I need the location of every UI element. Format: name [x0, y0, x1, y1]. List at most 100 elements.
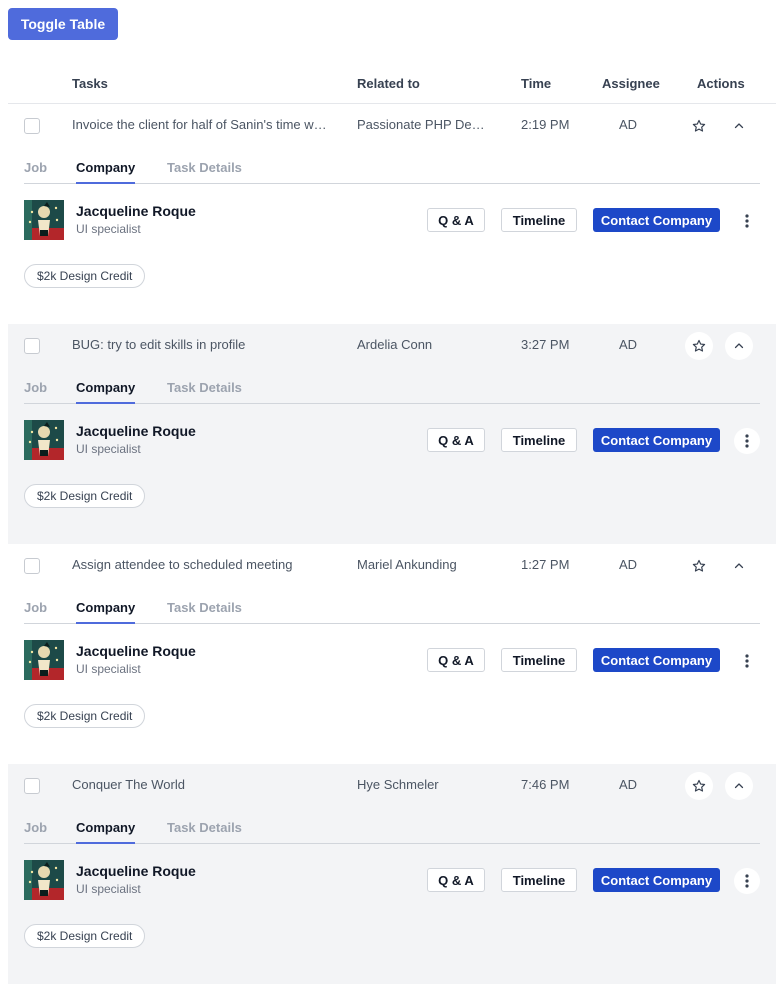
table-row[interactable]: BUG: try to edit skills in profile Ardel…: [8, 324, 776, 364]
table-header: Tasks Related to Time Assignee Actions: [8, 64, 776, 104]
header-time: Time: [521, 76, 552, 91]
more-vertical-icon: [745, 874, 749, 888]
qa-button[interactable]: Q & A: [427, 868, 485, 892]
table-row[interactable]: Assign attendee to scheduled meeting Mar…: [8, 544, 776, 584]
time-cell: 3:27 PM: [521, 337, 570, 352]
detail-tabs: Job Company Task Details: [24, 820, 760, 844]
tab-task-details[interactable]: Task Details: [167, 600, 242, 624]
more-vertical-icon: [745, 214, 749, 228]
avatar: [24, 420, 64, 460]
chevron-up-icon: [734, 783, 744, 789]
company-contact-name: Jacqueline Roque: [76, 863, 196, 879]
tab-job[interactable]: Job: [24, 820, 47, 844]
header-actions: Actions: [697, 76, 745, 91]
star-icon: [692, 779, 706, 792]
favorite-button[interactable]: [685, 552, 713, 580]
header-related-to: Related to: [357, 76, 420, 91]
timeline-button[interactable]: Timeline: [501, 208, 577, 232]
related-cell: Hye Schmeler: [357, 777, 439, 792]
qa-button[interactable]: Q & A: [427, 208, 485, 232]
tab-company[interactable]: Company: [76, 380, 136, 404]
design-credit-badge: $2k Design Credit: [24, 924, 146, 948]
more-options-button[interactable]: [734, 648, 760, 674]
collapse-row-button[interactable]: [725, 112, 753, 140]
tab-job[interactable]: Job: [24, 600, 47, 624]
table-row[interactable]: Invoice the client for half of Sanin's t…: [8, 104, 776, 144]
company-contact-name: Jacqueline Roque: [76, 203, 196, 219]
collapse-row-button[interactable]: [725, 772, 753, 800]
tab-company[interactable]: Company: [76, 820, 136, 844]
tab-task-details[interactable]: Task Details: [167, 380, 242, 404]
tab-company[interactable]: Company: [76, 600, 136, 624]
avatar: [24, 200, 64, 240]
header-assignee: Assignee: [602, 76, 660, 91]
timeline-button[interactable]: Timeline: [501, 428, 577, 452]
row-checkbox[interactable]: [24, 338, 40, 354]
company-contact-name: Jacqueline Roque: [76, 643, 196, 659]
star-icon: [692, 559, 706, 572]
header-tasks: Tasks: [72, 76, 108, 91]
avatar: [24, 860, 64, 900]
table-row-group: Assign attendee to scheduled meeting Mar…: [8, 544, 776, 764]
company-contact-role: UI specialist: [76, 662, 141, 676]
contact-company-button[interactable]: Contact Company: [593, 208, 720, 232]
more-options-button[interactable]: [734, 428, 760, 454]
favorite-button[interactable]: [685, 112, 713, 140]
more-options-button[interactable]: [734, 868, 760, 894]
row-checkbox[interactable]: [24, 778, 40, 794]
time-cell: 1:27 PM: [521, 557, 570, 572]
task-cell: Invoice the client for half of Sanin's t…: [72, 117, 328, 132]
related-cell: Ardelia Conn: [357, 337, 433, 352]
company-contact-role: UI specialist: [76, 222, 141, 236]
qa-button[interactable]: Q & A: [427, 428, 485, 452]
design-credit-badge: $2k Design Credit: [24, 704, 146, 728]
row-checkbox[interactable]: [24, 558, 40, 574]
design-credit-badge: $2k Design Credit: [24, 484, 146, 508]
tasks-table: Tasks Related to Time Assignee Actions I…: [8, 64, 776, 984]
tab-task-details[interactable]: Task Details: [167, 160, 242, 184]
qa-button[interactable]: Q & A: [427, 648, 485, 672]
contact-company-button[interactable]: Contact Company: [593, 648, 720, 672]
assignee-cell: AD: [619, 337, 638, 352]
star-icon: [692, 339, 706, 352]
chevron-up-icon: [734, 343, 744, 349]
timeline-button[interactable]: Timeline: [501, 868, 577, 892]
row-checkbox[interactable]: [24, 118, 40, 134]
detail-tabs: Job Company Task Details: [24, 600, 760, 624]
favorite-button[interactable]: [685, 332, 713, 360]
tab-job[interactable]: Job: [24, 380, 47, 404]
more-vertical-icon: [745, 434, 749, 448]
toggle-table-button[interactable]: Toggle Table: [8, 8, 118, 40]
table-row[interactable]: Conquer The World Hye Schmeler 7:46 PM A…: [8, 764, 776, 804]
collapse-row-button[interactable]: [725, 552, 753, 580]
task-cell: Assign attendee to scheduled meeting: [72, 557, 293, 572]
timeline-button[interactable]: Timeline: [501, 648, 577, 672]
time-cell: 7:46 PM: [521, 777, 570, 792]
table-row-group: Invoice the client for half of Sanin's t…: [8, 104, 776, 324]
task-cell: BUG: try to edit skills in profile: [72, 337, 246, 352]
favorite-button[interactable]: [685, 772, 713, 800]
contact-company-button[interactable]: Contact Company: [593, 428, 720, 452]
related-cell: Passionate PHP Developer: [357, 117, 491, 132]
collapse-row-button[interactable]: [725, 332, 753, 360]
tab-company[interactable]: Company: [76, 160, 136, 184]
company-contact-role: UI specialist: [76, 882, 141, 896]
time-cell: 2:19 PM: [521, 117, 570, 132]
assignee-cell: AD: [619, 557, 638, 572]
company-contact-name: Jacqueline Roque: [76, 423, 196, 439]
contact-company-button[interactable]: Contact Company: [593, 868, 720, 892]
assignee-cell: AD: [619, 777, 638, 792]
table-row-group: BUG: try to edit skills in profile Ardel…: [8, 324, 776, 544]
detail-tabs: Job Company Task Details: [24, 380, 760, 404]
chevron-up-icon: [734, 563, 744, 569]
design-credit-badge: $2k Design Credit: [24, 264, 146, 288]
chevron-up-icon: [734, 123, 744, 129]
detail-tabs: Job Company Task Details: [24, 160, 760, 184]
table-row-group: Conquer The World Hye Schmeler 7:46 PM A…: [8, 764, 776, 984]
avatar: [24, 640, 64, 680]
more-options-button[interactable]: [734, 208, 760, 234]
star-icon: [692, 119, 706, 132]
tab-job[interactable]: Job: [24, 160, 47, 184]
assignee-cell: AD: [619, 117, 638, 132]
tab-task-details[interactable]: Task Details: [167, 820, 242, 844]
